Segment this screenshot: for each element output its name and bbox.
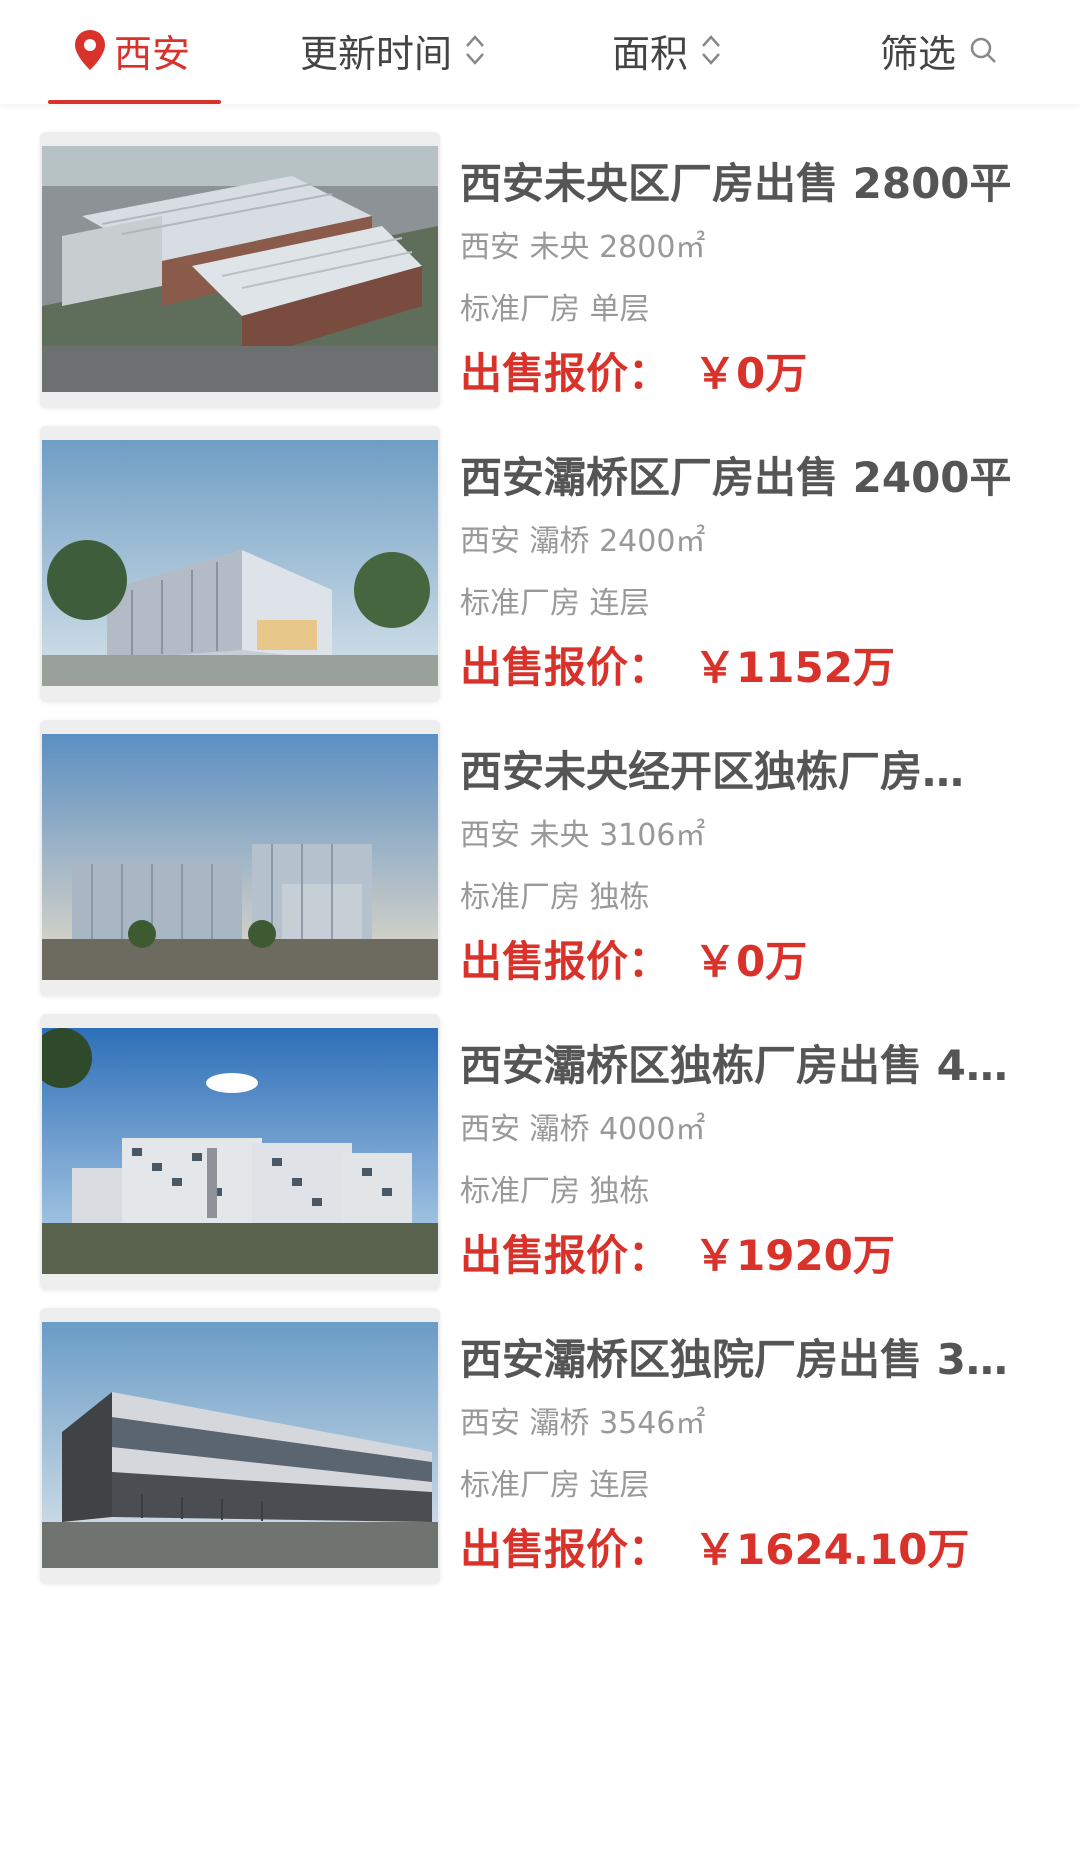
- listing-price: 出售报价： ￥1920万: [460, 1226, 895, 1286]
- factory-buildings-illustration: [42, 734, 438, 980]
- factory-aerial-image: [42, 146, 438, 392]
- office-park-illustration: [42, 1028, 438, 1274]
- factory-building-image: [42, 734, 438, 980]
- sort-arrows-icon: [466, 35, 484, 65]
- price-label: 出售报价：: [460, 1231, 671, 1280]
- listing-location: 西安 未央 3106㎡: [460, 818, 706, 853]
- search-icon: [970, 37, 996, 63]
- factory-aerial-illustration: [42, 146, 438, 392]
- listing-thumbnail[interactable]: [40, 426, 440, 702]
- sort-time-label: 更新时间: [300, 31, 453, 76]
- factory-building-image: [42, 1322, 438, 1568]
- factory-building-image: [42, 440, 438, 686]
- warehouse-illustration: [42, 1322, 438, 1568]
- listing-tags: 标准厂房 独栋: [460, 1174, 650, 1209]
- factory-building-image: [42, 1028, 438, 1274]
- listing-card[interactable]: 西安未央经开区独栋厂房… 西安 未央 3106㎡ 标准厂房 独栋 出售报价： ￥0…: [0, 692, 1080, 996]
- city-label: 西安: [114, 31, 191, 76]
- listing-thumbnail[interactable]: [40, 1014, 440, 1290]
- filter-bar: 西安 更新时间 面积 筛选: [0, 0, 1080, 104]
- listing-location: 西安 灞桥 3546㎡: [460, 1406, 706, 1441]
- listing-title[interactable]: 西安未央区厂房出售 2800平: [460, 154, 1035, 214]
- listing-thumbnail[interactable]: [40, 1308, 440, 1584]
- city-tab[interactable]: 西安: [72, 18, 190, 82]
- listing-price: 出售报价： ￥1624.10万: [460, 1520, 969, 1580]
- filter-label: 筛选: [880, 31, 957, 76]
- listing-title[interactable]: 西安灞桥区独栋厂房出售 4…: [460, 1036, 1035, 1096]
- listing-tags: 标准厂房 单层: [460, 292, 650, 327]
- sort-time-tab[interactable]: 更新时间: [300, 18, 486, 82]
- filter-tab[interactable]: 筛选: [880, 18, 998, 82]
- price-value: ￥1920万: [694, 1231, 895, 1280]
- listing-card[interactable]: 西安灞桥区独院厂房出售 3… 西安 灞桥 3546㎡ 标准厂房 连层 出售报价：…: [0, 1280, 1080, 1584]
- listing-thumbnail[interactable]: [40, 720, 440, 996]
- price-label: 出售报价：: [460, 1525, 671, 1574]
- listing-price: 出售报价： ￥0万: [460, 932, 807, 992]
- listing-price: 出售报价： ￥1152万: [460, 638, 895, 698]
- listing-tags: 标准厂房 连层: [460, 586, 650, 621]
- price-label: 出售报价：: [460, 643, 671, 692]
- price-value: ￥0万: [694, 937, 808, 986]
- price-label: 出售报价：: [460, 349, 671, 398]
- listing-location: 西安 未央 2800㎡: [460, 230, 706, 265]
- listing-thumbnail[interactable]: [40, 132, 440, 408]
- listing-title[interactable]: 西安灞桥区独院厂房出售 3…: [460, 1330, 1035, 1390]
- listing-card[interactable]: 西安未央区厂房出售 2800平 西安 未央 2800㎡ 标准厂房 单层 出售报价…: [0, 104, 1080, 408]
- factory-building-illustration: [42, 440, 438, 686]
- listing-location: 西安 灞桥 4000㎡: [460, 1112, 706, 1147]
- price-value: ￥1624.10万: [694, 1525, 970, 1574]
- listing-card[interactable]: 西安灞桥区独栋厂房出售 4… 西安 灞桥 4000㎡ 标准厂房 独栋 出售报价：…: [0, 986, 1080, 1290]
- listing-title[interactable]: 西安未央经开区独栋厂房…: [460, 742, 1035, 802]
- sort-area-tab[interactable]: 面积: [612, 18, 722, 82]
- sort-area-label: 面积: [612, 31, 689, 76]
- sort-arrows-icon: [702, 35, 720, 65]
- location-pin-icon: [75, 30, 105, 70]
- listing-tags: 标准厂房 连层: [460, 1468, 650, 1503]
- price-value: ￥0万: [694, 349, 808, 398]
- price-value: ￥1152万: [694, 643, 895, 692]
- listing-location: 西安 灞桥 2400㎡: [460, 524, 706, 559]
- price-label: 出售报价：: [460, 937, 671, 986]
- listing-tags: 标准厂房 独栋: [460, 880, 650, 915]
- listing-price: 出售报价： ￥0万: [460, 344, 807, 404]
- listing-card[interactable]: 西安灞桥区厂房出售 2400平 西安 灞桥 2400㎡ 标准厂房 连层 出售报价…: [0, 398, 1080, 702]
- listing-title[interactable]: 西安灞桥区厂房出售 2400平: [460, 448, 1035, 508]
